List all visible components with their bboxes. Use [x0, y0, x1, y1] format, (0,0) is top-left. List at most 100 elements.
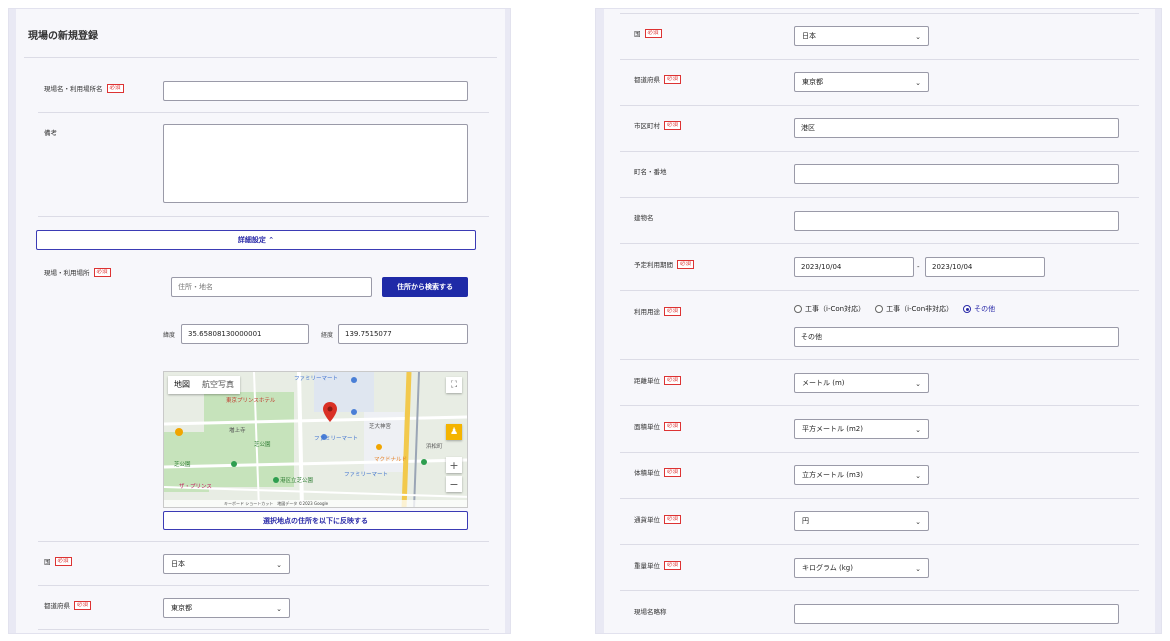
- area-unit-select[interactable]: 平方メートル (m2) ⌄: [794, 419, 929, 439]
- fullscreen-icon[interactable]: ⛶: [446, 377, 462, 393]
- building-input[interactable]: [794, 211, 1119, 231]
- radio-circle-icon: [963, 305, 972, 313]
- address-form: 国必須 日本 ⌄ 都道府県 必須 東京都 ⌄ 市区町村 必須 港区 町名・番地 建物…: [604, 9, 1155, 633]
- left-panel: 現場の新規登録 現場名・利用場所名 必須 備考 詳細設定 ⌃ 現場・利用場所 必須 …: [8, 8, 511, 634]
- map-label: 芝公園: [174, 462, 191, 468]
- weight-unit-select[interactable]: キログラム (kg) ⌄: [794, 558, 929, 578]
- currency-unit-label: 通貨単位 必須: [634, 514, 682, 524]
- notes-label: 備考: [44, 129, 57, 137]
- page-title: 現場の新規登録: [28, 31, 98, 42]
- period-separator: -: [917, 263, 920, 271]
- currency-unit-select[interactable]: 円 ⌄: [794, 511, 929, 531]
- area-unit-value: 平方メートル (m2): [802, 425, 863, 433]
- period-end-input[interactable]: 2023/10/04: [925, 257, 1045, 277]
- prefecture-select-value: 東京都: [802, 78, 823, 86]
- divider: [38, 541, 489, 542]
- divider: [620, 13, 1139, 14]
- details-toggle-button[interactable]: 詳細設定 ⌃: [36, 230, 476, 250]
- map-label: ファミリーマート: [344, 472, 389, 478]
- map-label: ファミリーマート: [294, 376, 339, 382]
- street-view-icon[interactable]: ♟: [446, 424, 462, 440]
- prefecture-select[interactable]: 東京都 ⌄: [794, 72, 929, 92]
- radio-label: その他: [974, 305, 996, 313]
- search-address-button[interactable]: 住所から検索する: [382, 277, 468, 297]
- notes-textarea[interactable]: [163, 124, 468, 203]
- chevron-down-icon: ⌄: [915, 33, 921, 41]
- short-name-input[interactable]: [794, 604, 1119, 624]
- distance-unit-select[interactable]: メートル (m) ⌄: [794, 373, 929, 393]
- radio-circle-icon: [875, 305, 884, 313]
- zoom-out-button[interactable]: −: [446, 476, 462, 492]
- map-tab-map[interactable]: 地図: [168, 376, 196, 394]
- divider: [620, 197, 1139, 198]
- required-badge: 必須: [644, 28, 662, 38]
- city-input[interactable]: 港区: [794, 118, 1119, 138]
- country-select-value: 日本: [802, 32, 816, 40]
- map-label: ファミリーマート: [314, 436, 359, 442]
- street-input[interactable]: [794, 164, 1119, 184]
- chevron-down-icon: ⌄: [915, 472, 921, 480]
- volume-unit-label-text: 体積単位: [634, 469, 660, 477]
- chevron-down-icon: ⌄: [915, 565, 921, 573]
- currency-unit-label-text: 通貨単位: [634, 516, 660, 524]
- radio-circle-icon: [794, 305, 802, 313]
- area-unit-label-text: 面積単位: [634, 423, 660, 431]
- registration-form: 現場の新規登録 現場名・利用場所名 必須 備考 詳細設定 ⌃ 現場・利用場所 必須 …: [16, 9, 505, 633]
- prefecture-label: 都道府県 必須: [44, 600, 92, 610]
- prefecture-label-text: 都道府県: [634, 76, 660, 84]
- country-select[interactable]: 日本 ⌄: [163, 554, 290, 574]
- building-label: 建物名: [634, 214, 654, 222]
- map-label: 増上寺: [229, 428, 246, 434]
- zoom-in-button[interactable]: +: [446, 457, 462, 473]
- map-tab-satellite[interactable]: 航空写真: [196, 376, 240, 394]
- divider: [620, 544, 1139, 545]
- map-label: 港区立芝公園: [280, 478, 314, 484]
- purpose-radio-other[interactable]: その他: [963, 304, 995, 314]
- required-badge: 必須: [93, 267, 111, 277]
- distance-unit-value: メートル (m): [802, 379, 845, 387]
- longitude-input[interactable]: 139.7515077: [338, 324, 468, 344]
- map-view[interactable]: ファミリーマート 東京プリンスホテル 芝公園 芝大神宮 マクドナルド 浜松町 フ…: [163, 371, 468, 508]
- purpose-radio-icon-con[interactable]: 工事（i-Con対応）: [794, 304, 865, 314]
- map-label: ザ・プリンス: [179, 484, 212, 490]
- divider: [24, 57, 497, 58]
- reflect-address-button[interactable]: 選択地点の住所を以下に反映する: [163, 511, 468, 530]
- weight-unit-value: キログラム (kg): [802, 564, 853, 572]
- required-badge: 必須: [664, 74, 682, 84]
- prefecture-select-value: 東京都: [171, 604, 192, 612]
- period-start-input[interactable]: 2023/10/04: [794, 257, 914, 277]
- period-label: 予定利用期間 必須: [634, 259, 695, 269]
- volume-unit-select[interactable]: 立方メートル (m3) ⌄: [794, 465, 929, 485]
- purpose-radio-non-icon-con[interactable]: 工事（i-Con非対応）: [875, 304, 953, 314]
- purpose-other-input[interactable]: その他: [794, 327, 1119, 347]
- purpose-label: 利用用途 必須: [634, 306, 682, 316]
- required-badge: 必須: [664, 120, 682, 130]
- map-label: 芝公園: [254, 442, 271, 448]
- required-badge: 必須: [677, 259, 695, 269]
- volume-unit-value: 立方メートル (m3): [802, 471, 863, 479]
- divider: [620, 590, 1139, 591]
- prefecture-label: 都道府県 必須: [634, 74, 682, 84]
- required-badge: 必須: [664, 467, 682, 477]
- map-pin-icon[interactable]: [323, 402, 337, 422]
- country-label-text: 国: [44, 558, 51, 566]
- address-search-input[interactable]: 住所・地名: [171, 277, 372, 297]
- prefecture-select[interactable]: 東京都 ⌄: [163, 598, 290, 618]
- divider: [620, 498, 1139, 499]
- chevron-down-icon: ⌄: [915, 380, 921, 388]
- country-select[interactable]: 日本 ⌄: [794, 26, 929, 46]
- weight-unit-label-text: 重量単位: [634, 562, 660, 570]
- latitude-input[interactable]: 35.65808130000001: [181, 324, 309, 344]
- country-select-value: 日本: [171, 560, 185, 568]
- radio-label: 工事（i-Con対応）: [805, 305, 866, 313]
- divider: [38, 585, 489, 586]
- required-badge: 必須: [664, 375, 682, 385]
- required-badge: 必須: [74, 600, 92, 610]
- required-badge: 必須: [664, 421, 682, 431]
- divider: [620, 405, 1139, 406]
- currency-unit-value: 円: [802, 517, 809, 525]
- divider: [620, 290, 1139, 291]
- purpose-radio-group: 工事（i-Con対応） 工事（i-Con非対応） その他: [794, 304, 1005, 314]
- site-name-input[interactable]: [163, 81, 468, 101]
- divider: [620, 59, 1139, 60]
